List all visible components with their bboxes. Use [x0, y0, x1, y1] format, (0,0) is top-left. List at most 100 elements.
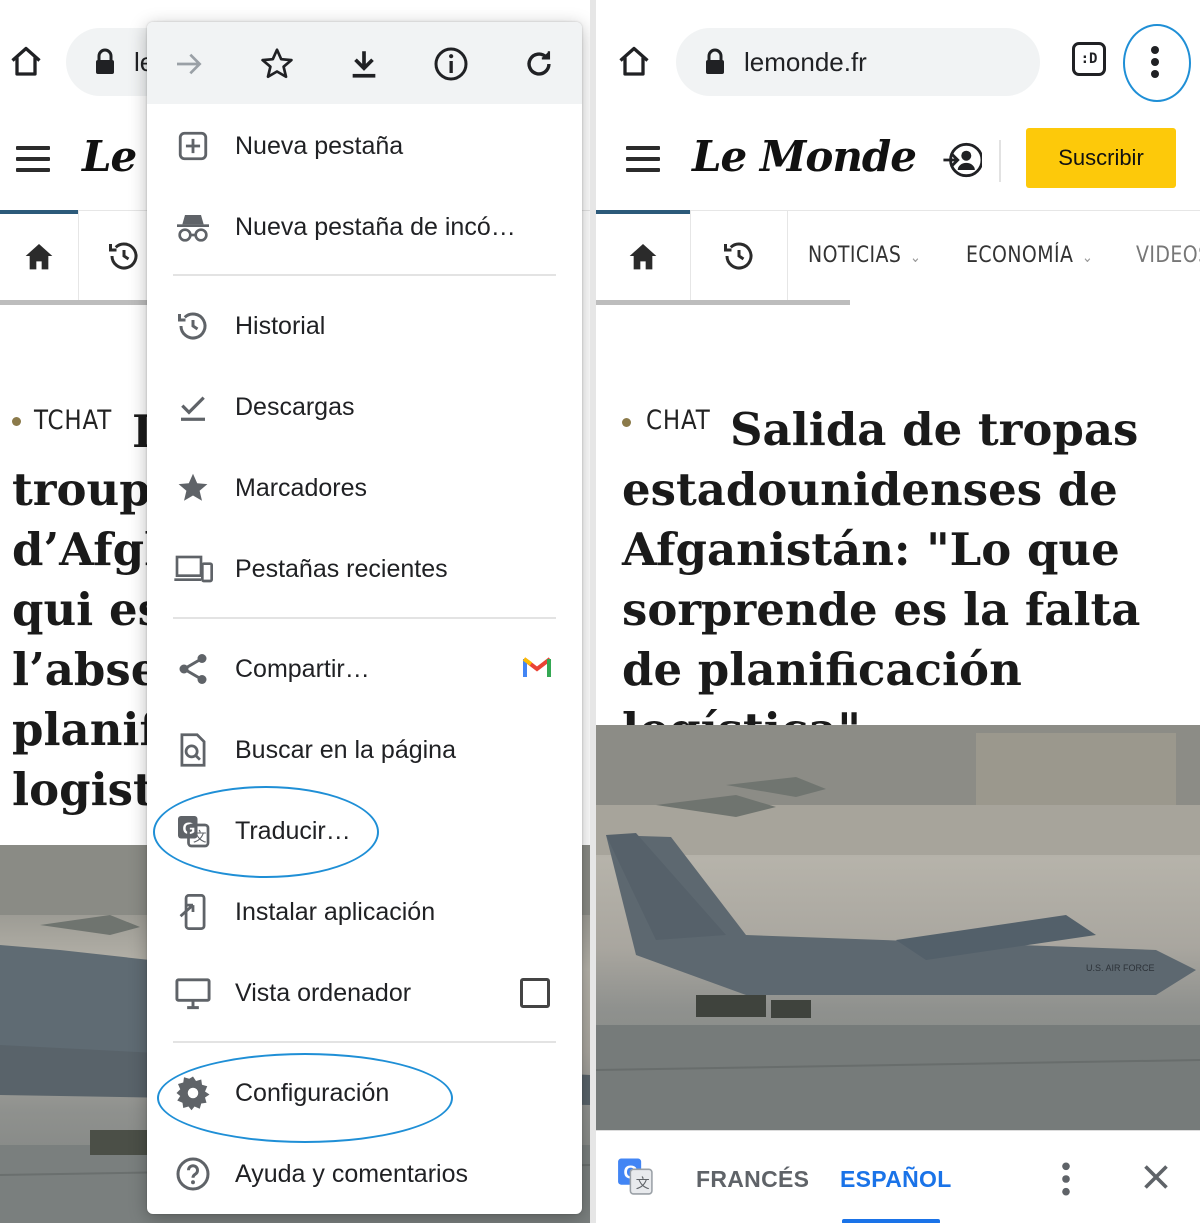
nav-item-videos[interactable]: VIDEOS: [1136, 243, 1200, 268]
three-dots-vertical-icon: [1062, 1162, 1070, 1196]
menu-item-find-in-page[interactable]: Buscar en la página: [147, 710, 582, 790]
translate-close-button[interactable]: [1138, 1159, 1174, 1195]
info-icon: [434, 47, 468, 81]
site-header: Le Monde Suscribir: [596, 110, 1200, 210]
menu-item-desktop-site[interactable]: Vista ordenador: [147, 953, 582, 1033]
home-icon: [11, 46, 41, 76]
nav-item-label: NOTICIAS: [808, 243, 902, 268]
menu-item-label: Marcadores: [235, 473, 367, 502]
reload-icon: [527, 51, 551, 76]
share-icon: [173, 649, 213, 689]
kicker-bullet: [12, 417, 21, 426]
chevron-down-icon: ⌄: [1081, 248, 1094, 266]
nav-home[interactable]: [0, 211, 79, 301]
source-language-tab[interactable]: FRANCÉS: [696, 1166, 809, 1193]
translate-more-options-button[interactable]: [1054, 1161, 1078, 1197]
section-nav: NOTICIAS ⌄ ECONOMÍA ⌄ VIDEOS: [596, 210, 1200, 305]
new-tab-icon: [173, 126, 213, 166]
active-language-indicator: [842, 1219, 940, 1223]
menu-item-install-app[interactable]: Instalar aplicación: [147, 872, 582, 952]
three-dots-vertical-icon: [1151, 46, 1159, 78]
menu-item-share[interactable]: Compartir…: [147, 629, 582, 709]
menu-item-new-tab[interactable]: Nueva pestaña: [147, 106, 582, 186]
download-page-button[interactable]: [342, 42, 386, 86]
menu-item-translate[interactable]: G文 Traducir…: [147, 791, 582, 871]
subscribe-button[interactable]: Suscribir: [1026, 128, 1176, 188]
menu-item-label: Nueva pestaña: [235, 131, 404, 160]
menu-item-label: Nueva pestaña de incó…: [235, 212, 516, 241]
desktop-site-checkbox[interactable]: [520, 978, 550, 1008]
history-icon: [173, 306, 213, 346]
menu-divider: [173, 274, 556, 276]
lock-icon: [94, 47, 116, 77]
menu-item-label: Configuración: [235, 1078, 390, 1107]
history-icon: [724, 242, 753, 270]
target-language-tab[interactable]: ESPAÑOL: [840, 1166, 952, 1193]
menu-item-label: Instalar aplicación: [235, 897, 436, 926]
aircraft-illustration: U.S. AIR FORCE: [596, 725, 1200, 1130]
browser-toolbar: lemonde.fr :D: [596, 0, 1200, 112]
menu-item-history[interactable]: Historial: [147, 286, 582, 366]
nav-item-economia[interactable]: ECONOMÍA ⌄: [966, 243, 1093, 268]
desktop-monitor-icon: [173, 973, 213, 1013]
help-icon: [173, 1154, 213, 1194]
article-photo[interactable]: U.S. AIR FORCE: [596, 725, 1200, 1130]
translate-bar: G文 FRANCÉS ESPAÑOL: [596, 1130, 1200, 1223]
menu-item-downloads[interactable]: Descargas: [147, 367, 582, 447]
install-app-icon: [173, 892, 213, 932]
site-logo[interactable]: Le Monde: [692, 132, 917, 181]
hamburger-menu-icon[interactable]: [16, 146, 50, 172]
google-translate-icon: G文: [173, 811, 213, 851]
forward-button[interactable]: [167, 42, 211, 86]
article-kicker: TCHAT: [34, 405, 113, 436]
menu-item-label: Historial: [235, 311, 326, 340]
menu-item-incognito[interactable]: Nueva pestaña de incó…: [147, 187, 582, 267]
page-info-button[interactable]: [429, 42, 473, 86]
home-button[interactable]: [2, 38, 50, 86]
gmail-icon[interactable]: [522, 655, 552, 684]
menu-action-row: [147, 22, 582, 104]
download-icon: [352, 51, 376, 78]
article-headline[interactable]: Salida de tropas estadounidenses de Afga…: [622, 400, 1192, 760]
nav-recent[interactable]: [691, 211, 788, 301]
hamburger-menu-icon[interactable]: [626, 146, 660, 172]
nav-item-label: ECONOMÍA: [966, 243, 1074, 268]
menu-item-label: Descargas: [235, 392, 355, 421]
chevron-down-icon: ⌄: [909, 248, 922, 266]
incognito-icon: [173, 207, 213, 247]
find-in-page-icon: [173, 730, 213, 770]
nav-item-noticias[interactable]: NOTICIAS ⌄: [808, 243, 921, 268]
aircraft-marking: U.S. AIR FORCE: [1086, 963, 1155, 973]
tab-switcher-button[interactable]: :D: [1072, 42, 1106, 76]
menu-item-help[interactable]: Ayuda y comentarios: [147, 1134, 582, 1214]
close-icon: [1144, 1165, 1168, 1189]
login-icon[interactable]: [942, 140, 984, 180]
home-icon: [25, 244, 53, 270]
right-screenshot-panel: lemonde.fr :D Le Monde Suscribir NOTICIA…: [596, 0, 1200, 1223]
omnibox[interactable]: lemonde.fr: [676, 28, 1040, 96]
header-separator: [999, 140, 1001, 182]
gear-icon: [173, 1073, 213, 1113]
svg-text:文: 文: [636, 1175, 650, 1191]
bookmark-star-button[interactable]: [255, 42, 299, 86]
chrome-overflow-menu: Nueva pestaña Nueva pestaña de incó… His…: [147, 22, 582, 1214]
lock-icon: [704, 47, 726, 77]
menu-item-label: Vista ordenador: [235, 978, 412, 1007]
menu-item-label: Buscar en la página: [235, 735, 456, 764]
menu-divider: [173, 1041, 556, 1043]
menu-item-label: Pestañas recientes: [235, 554, 448, 583]
home-icon: [619, 46, 649, 76]
menu-item-label: Compartir…: [235, 654, 370, 683]
overflow-menu-button[interactable]: [1123, 26, 1187, 98]
nav-item-label: VIDEOS: [1136, 243, 1200, 268]
svg-text:文: 文: [193, 830, 207, 845]
google-translate-icon: G文: [616, 1157, 654, 1202]
menu-item-settings[interactable]: Configuración: [147, 1053, 582, 1133]
menu-item-label: Traducir…: [235, 816, 351, 845]
home-icon: [629, 244, 657, 270]
reload-button[interactable]: [517, 42, 561, 86]
home-button[interactable]: [610, 38, 658, 86]
menu-item-bookmarks[interactable]: Marcadores: [147, 448, 582, 528]
menu-item-recent-tabs[interactable]: Pestañas recientes: [147, 529, 582, 609]
nav-home[interactable]: [596, 211, 691, 301]
